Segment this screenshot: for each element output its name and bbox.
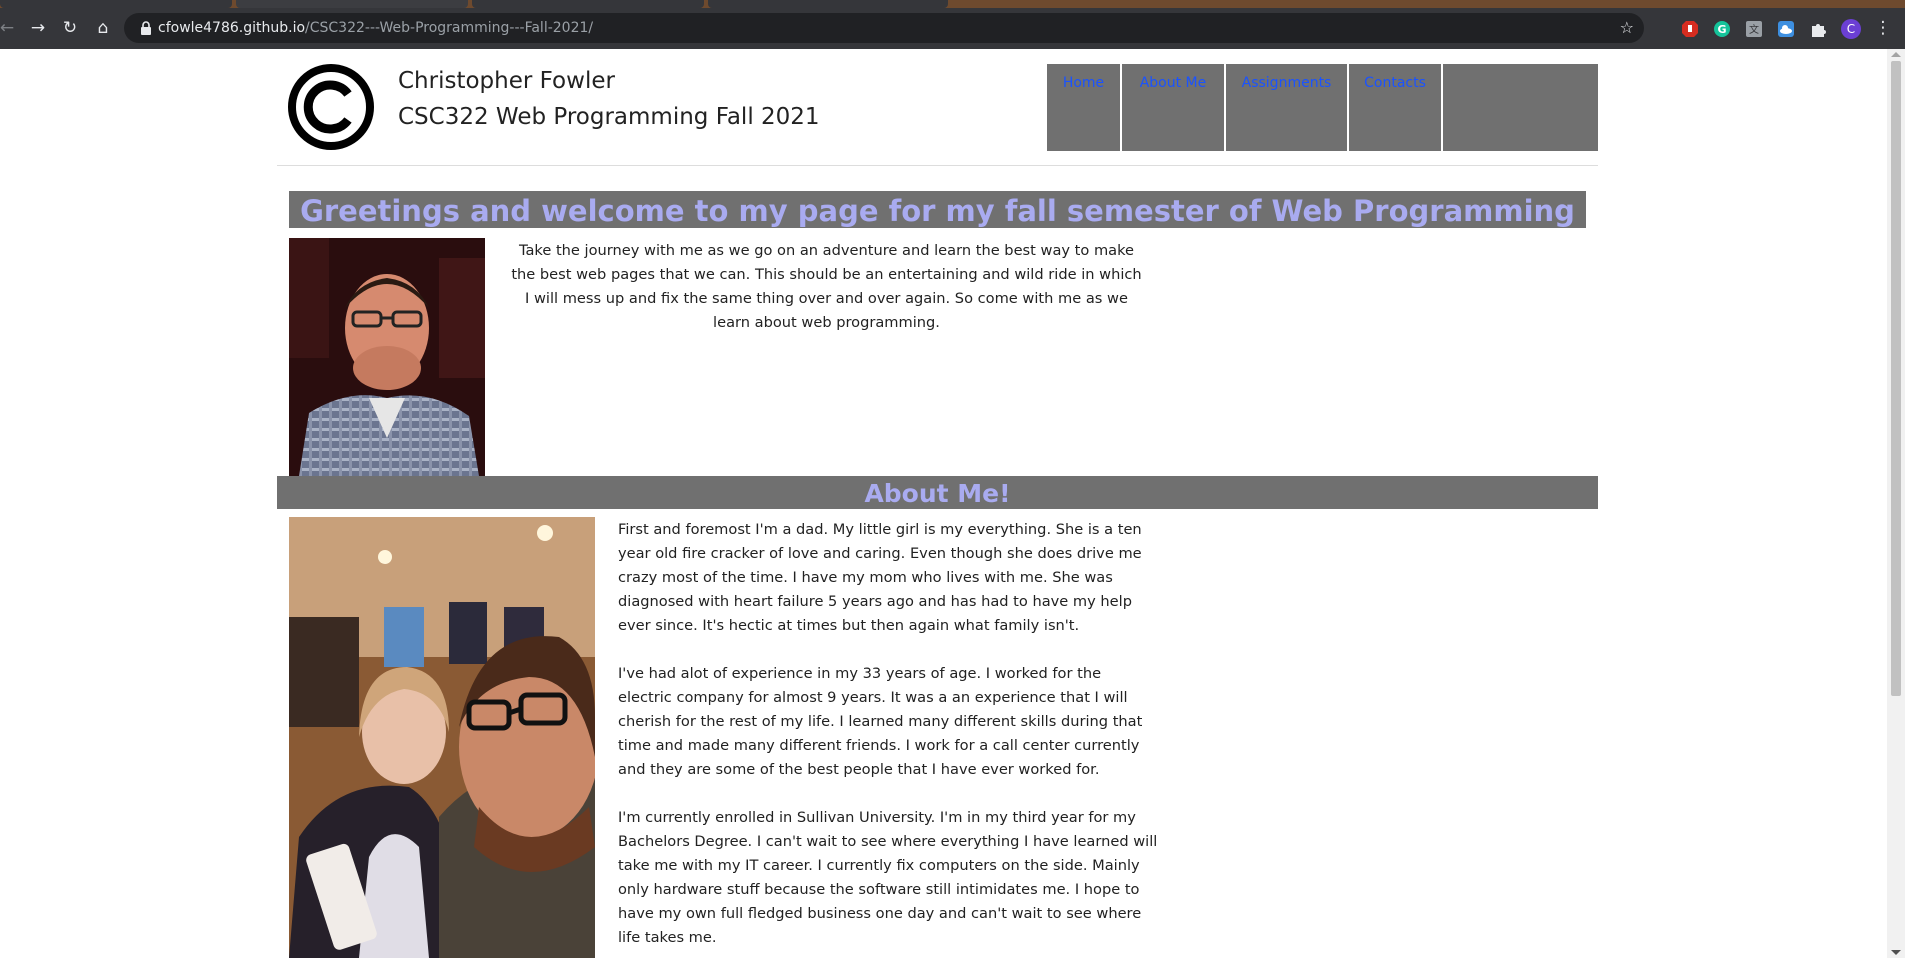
site-author-name: Christopher Fowler: [398, 68, 615, 94]
intro-paragraph: Take the journey with me as we go on an …: [511, 242, 1142, 331]
scrollbar-thumb[interactable]: [1891, 61, 1901, 696]
greeting-heading: Greetings and welcome to my page for my …: [300, 194, 1575, 228]
nav-link-about-me[interactable]: About Me: [1122, 64, 1224, 91]
home-icon[interactable]: ⌂: [92, 17, 114, 39]
adblock-icon[interactable]: [1681, 20, 1699, 38]
browser-tab[interactable]: [0, 0, 232, 8]
url-path: /CSC322---Web-Programming---Fall-2021/: [305, 20, 594, 36]
nav-link-contacts[interactable]: Contacts: [1349, 64, 1441, 91]
browser-tab[interactable]: [708, 0, 948, 8]
about-banner: About Me!: [277, 476, 1598, 509]
grammarly-icon[interactable]: G: [1713, 20, 1731, 38]
browser-tab-active[interactable]: [236, 0, 468, 8]
profile-initial: C: [1846, 22, 1856, 36]
about-heading: About Me!: [864, 479, 1011, 508]
nav-item-assignments[interactable]: Assignments: [1226, 64, 1349, 151]
header-divider: [277, 165, 1598, 166]
profile-avatar[interactable]: C: [1841, 19, 1861, 39]
about-paragraph: First and foremost I'm a dad. My little …: [618, 521, 1142, 634]
svg-text:文: 文: [1749, 23, 1759, 36]
about-paragraph: I'm currently enrolled in Sullivan Unive…: [618, 809, 1158, 946]
tab-strip: [0, 0, 1905, 8]
copyright-symbol-logo: [288, 64, 374, 150]
browser-tab[interactable]: [472, 0, 704, 8]
scroll-up-arrow-icon[interactable]: [1891, 52, 1901, 57]
forward-arrow-icon[interactable]: →: [27, 17, 49, 39]
back-arrow-icon[interactable]: ←: [0, 17, 18, 39]
url-host: cfowle4786.github.io: [158, 20, 306, 36]
nav-link-assignments[interactable]: Assignments: [1226, 64, 1347, 91]
cloud-icon[interactable]: [1777, 20, 1795, 38]
about-paragraph: I've had alot of experience in my 33 yea…: [618, 665, 1143, 778]
address-bar[interactable]: cfowle4786.github.io/CSC322---Web-Progra…: [124, 13, 1644, 43]
kebab-menu-icon[interactable]: ⋮: [1872, 17, 1894, 39]
svg-text:G: G: [1717, 23, 1726, 36]
profile-photo: [289, 238, 485, 476]
nav-link-home[interactable]: Home: [1047, 64, 1120, 91]
main-nav: Home About Me Assignments Contacts: [1047, 64, 1598, 151]
bookmark-star-icon[interactable]: ☆: [1620, 18, 1634, 38]
lock-icon: [141, 21, 151, 35]
vertical-scrollbar[interactable]: [1887, 49, 1905, 958]
about-text: First and foremost I'm a dad. My little …: [618, 518, 1158, 958]
nav-item-about-me[interactable]: About Me: [1122, 64, 1226, 151]
puzzle-extensions-icon[interactable]: [1809, 20, 1827, 38]
browser-toolbar: ← → ↻ ⌂ cfowle4786.github.io/CSC322---We…: [0, 8, 1905, 49]
scroll-down-arrow-icon[interactable]: [1891, 950, 1901, 955]
url-text[interactable]: cfowle4786.github.io/CSC322---Web-Progra…: [158, 20, 593, 36]
family-selfie-photo: [289, 517, 595, 958]
translate-icon[interactable]: 文: [1745, 20, 1763, 38]
site-course-title: CSC322 Web Programming Fall 2021: [398, 104, 820, 130]
reload-icon[interactable]: ↻: [59, 17, 81, 39]
page-viewport: Christopher Fowler CSC322 Web Programmin…: [0, 49, 1887, 958]
nav-item-contacts[interactable]: Contacts: [1349, 64, 1443, 151]
nav-item-home[interactable]: Home: [1047, 64, 1122, 151]
greeting-banner: Greetings and welcome to my page for my …: [289, 191, 1586, 228]
